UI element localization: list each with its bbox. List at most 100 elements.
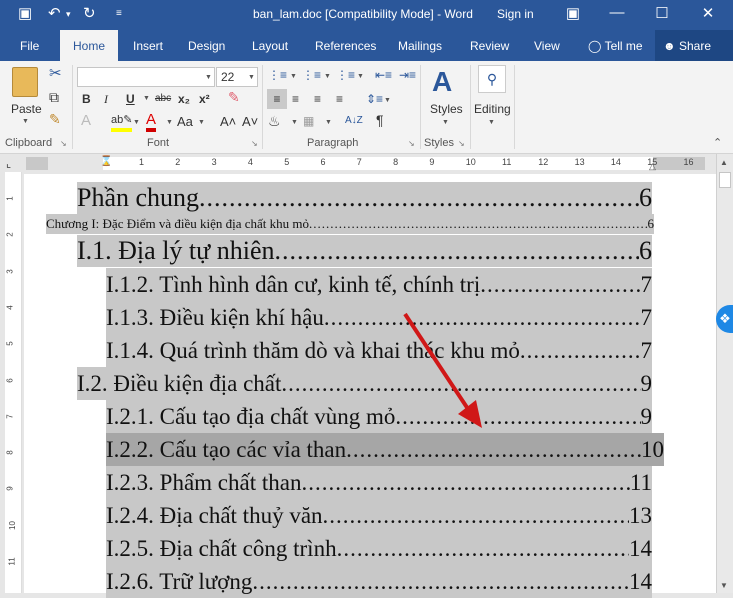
editing-dropdown-icon[interactable]: ▼ bbox=[488, 119, 495, 126]
shading-button[interactable]: ♨ bbox=[268, 113, 281, 129]
font-color-dropdown-icon[interactable]: ▼ bbox=[166, 119, 173, 126]
numbering-dropdown-icon[interactable]: ▼ bbox=[324, 73, 331, 80]
multilevel-dropdown-icon[interactable]: ▼ bbox=[357, 73, 364, 80]
redo-icon[interactable]: ↻ bbox=[83, 5, 96, 23]
editing-button[interactable]: Editing bbox=[474, 101, 511, 117]
font-color-button[interactable]: A bbox=[146, 112, 157, 132]
tab-mailings[interactable]: Mailings bbox=[390, 30, 450, 61]
numbering-button[interactable]: ⋮≡ bbox=[302, 67, 321, 83]
undo-dropdown-icon[interactable]: ▾ bbox=[66, 5, 71, 23]
toc-entry[interactable]: I.2.3. Phẩm chất than 11 bbox=[106, 466, 652, 499]
horizontal-ruler[interactable]: ⌞ ⌛ △ 1234567891011121314151617 bbox=[0, 154, 733, 172]
close-icon[interactable]: ✕ bbox=[693, 4, 723, 22]
bullets-button[interactable]: ⋮≡ bbox=[268, 67, 287, 83]
subscript-button[interactable]: x₂ bbox=[178, 91, 190, 107]
tab-file[interactable]: File bbox=[12, 30, 47, 61]
font-name-dropdown-icon[interactable]: ▼ bbox=[205, 74, 212, 81]
change-case-button[interactable]: Aa bbox=[177, 114, 193, 130]
paste-button[interactable]: Paste bbox=[11, 101, 42, 117]
font-launcher-icon[interactable]: ↘ bbox=[251, 139, 258, 148]
shrink-font-button[interactable]: A˅ bbox=[242, 114, 258, 130]
paste-dropdown-icon[interactable]: ▼ bbox=[22, 118, 29, 125]
collapse-ribbon-icon[interactable]: ⌃ bbox=[713, 135, 722, 151]
change-case-dropdown-icon[interactable]: ▼ bbox=[198, 119, 205, 126]
show-hide-marks-button[interactable]: ¶ bbox=[376, 112, 384, 128]
toc-entry[interactable]: I.1.3. Điều kiện khí hậu 7 bbox=[106, 301, 652, 334]
increase-indent-button[interactable]: ⇥≡ bbox=[399, 67, 416, 83]
tab-review[interactable]: Review bbox=[462, 30, 517, 61]
paste-icon[interactable] bbox=[12, 67, 38, 97]
line-spacing-button[interactable]: ⇕≡ bbox=[366, 91, 383, 107]
vertical-ruler[interactable]: 1 2 3 4 5 6 7 8 9 10 11 bbox=[5, 172, 22, 593]
toc-entry[interactable]: I.2.6. Trữ lượng 14 bbox=[106, 565, 652, 598]
clipboard-launcher-icon[interactable]: ↘ bbox=[60, 139, 67, 148]
undo-icon[interactable]: ↶ bbox=[48, 5, 61, 23]
paragraph-launcher-icon[interactable]: ↘ bbox=[408, 139, 415, 148]
borders-dropdown-icon[interactable]: ▼ bbox=[325, 119, 332, 126]
customize-qat-icon[interactable]: ≡ bbox=[116, 5, 122, 23]
underline-dropdown-icon[interactable]: ▼ bbox=[143, 95, 150, 102]
tab-references[interactable]: References bbox=[307, 30, 384, 61]
justify-button[interactable]: ≡ bbox=[336, 91, 343, 107]
format-painter-icon[interactable]: ✎ bbox=[49, 111, 61, 127]
font-size-dropdown-icon[interactable]: ▼ bbox=[248, 74, 255, 81]
tab-view[interactable]: View bbox=[526, 30, 568, 61]
align-center-button[interactable]: ≡ bbox=[292, 91, 299, 107]
sign-in-link[interactable]: Sign in bbox=[497, 7, 534, 21]
decrease-indent-button[interactable]: ⇤≡ bbox=[375, 67, 392, 83]
borders-button[interactable]: ▦ bbox=[303, 113, 314, 129]
toc-entry[interactable]: I.2.4. Địa chất thuỷ văn 13 bbox=[106, 499, 652, 532]
scroll-thumb[interactable] bbox=[719, 172, 731, 188]
multilevel-list-button[interactable]: ⋮≡ bbox=[336, 67, 355, 83]
tab-layout[interactable]: Layout bbox=[244, 30, 296, 61]
align-left-button[interactable]: ≡ bbox=[267, 89, 287, 109]
ribbon-display-options-icon[interactable]: ▣ bbox=[558, 4, 588, 22]
highlight-dropdown-icon[interactable]: ▼ bbox=[133, 119, 140, 126]
text-effects-button[interactable]: A bbox=[81, 113, 91, 129]
toc-entry[interactable]: I.2. Điều kiện địa chất 9 bbox=[77, 367, 652, 400]
styles-icon[interactable]: A bbox=[432, 67, 452, 97]
copy-icon[interactable]: ⧉ bbox=[49, 89, 59, 105]
document-page[interactable]: Phần chung 6 Chương I: Đặc Điểm và điều k… bbox=[24, 174, 716, 598]
toc-entry[interactable]: I.1. Địa lý tự nhiên 6 bbox=[77, 235, 652, 267]
toc-entry[interactable]: Chương I: Đặc Điểm và điều kiện địa chất… bbox=[46, 214, 654, 234]
strikethrough-button[interactable]: abc bbox=[155, 91, 171, 107]
bold-button[interactable]: B bbox=[82, 91, 91, 107]
save-icon[interactable]: ▣ bbox=[18, 5, 32, 23]
styles-dropdown-icon[interactable]: ▼ bbox=[442, 119, 449, 126]
shading-dropdown-icon[interactable]: ▼ bbox=[291, 119, 298, 126]
italic-button[interactable]: I bbox=[104, 91, 108, 107]
font-name-input[interactable] bbox=[77, 67, 215, 87]
toc-entry[interactable]: I.1.2. Tình hình dân cư, kinh tế, chính … bbox=[106, 268, 652, 301]
share-button[interactable]: ☻ Share bbox=[655, 30, 733, 61]
tab-design[interactable]: Design bbox=[180, 30, 233, 61]
sort-button[interactable]: A↓Z bbox=[345, 113, 363, 129]
align-right-button[interactable]: ≡ bbox=[314, 91, 321, 107]
highlight-color-button[interactable]: ab✎ bbox=[111, 112, 133, 132]
styles-launcher-icon[interactable]: ↘ bbox=[458, 139, 465, 148]
tab-insert[interactable]: Insert bbox=[125, 30, 171, 61]
tab-home[interactable]: Home bbox=[60, 30, 118, 61]
cut-icon[interactable]: ✂ bbox=[49, 66, 62, 82]
tab-selector-icon[interactable]: ⌞ bbox=[6, 156, 11, 172]
vertical-scrollbar[interactable]: ▲ ▼ bbox=[716, 154, 733, 593]
toc-entry[interactable]: I.2.1. Cấu tạo địa chất vùng mỏ 9 bbox=[106, 400, 652, 433]
toc-entry[interactable]: I.1.4. Quá trình thăm dò và khai thác kh… bbox=[106, 334, 652, 367]
superscript-button[interactable]: x² bbox=[199, 91, 210, 107]
bullets-dropdown-icon[interactable]: ▼ bbox=[290, 73, 297, 80]
grow-font-button[interactable]: A˄ bbox=[220, 114, 236, 130]
line-spacing-dropdown-icon[interactable]: ▼ bbox=[384, 97, 391, 104]
minimize-icon[interactable]: — bbox=[602, 4, 632, 21]
indent-marker-icon[interactable]: ⌛ bbox=[100, 154, 112, 170]
scroll-down-icon[interactable]: ▼ bbox=[720, 578, 728, 594]
maximize-icon[interactable]: ☐ bbox=[647, 4, 677, 22]
toc-entry[interactable]: Phần chung 6 bbox=[77, 182, 652, 214]
toc-entry[interactable]: I.2.5. Địa chất công trình 14 bbox=[106, 532, 652, 565]
find-icon[interactable]: ⚲ bbox=[478, 65, 506, 93]
underline-button[interactable]: U bbox=[126, 91, 135, 107]
styles-button[interactable]: Styles bbox=[430, 101, 463, 117]
clear-formatting-icon[interactable]: ✎ bbox=[228, 89, 240, 105]
tell-me-button[interactable]: ◯ Tell me bbox=[580, 30, 651, 61]
scroll-up-icon[interactable]: ▲ bbox=[720, 155, 728, 171]
toc-entry-selected[interactable]: I.2.2. Cấu tạo các vỉa than 10 bbox=[106, 433, 664, 466]
